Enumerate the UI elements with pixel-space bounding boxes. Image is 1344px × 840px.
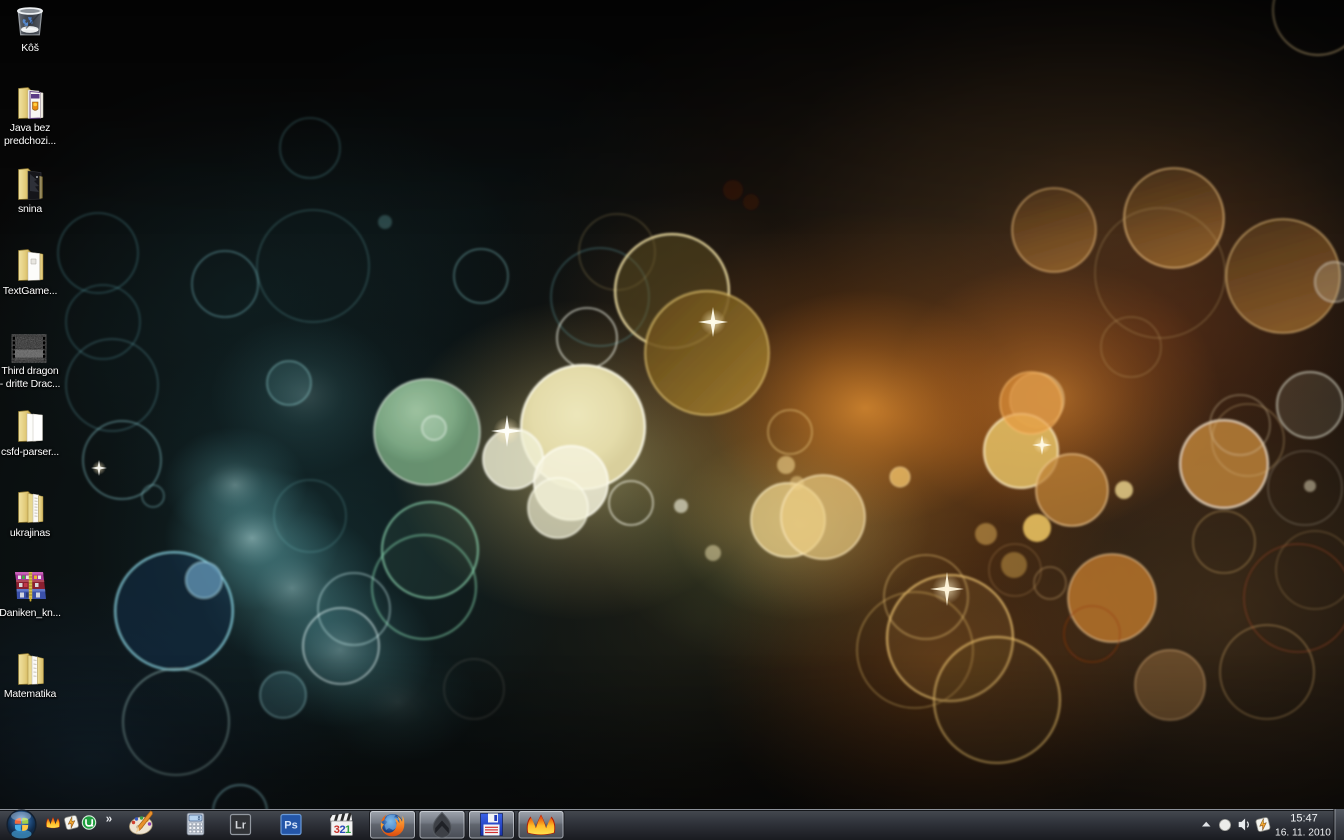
svg-text:15:47: 15:47 (1290, 813, 1318, 825)
svg-text:»: » (106, 814, 112, 826)
svg-text:16. 11. 2010: 16. 11. 2010 (1275, 828, 1331, 839)
svg-text:1: 1 (345, 824, 351, 836)
svg-text:Ps: Ps (284, 820, 297, 832)
svg-text:8: 8 (198, 816, 201, 822)
svg-text:Lr: Lr (235, 820, 247, 832)
